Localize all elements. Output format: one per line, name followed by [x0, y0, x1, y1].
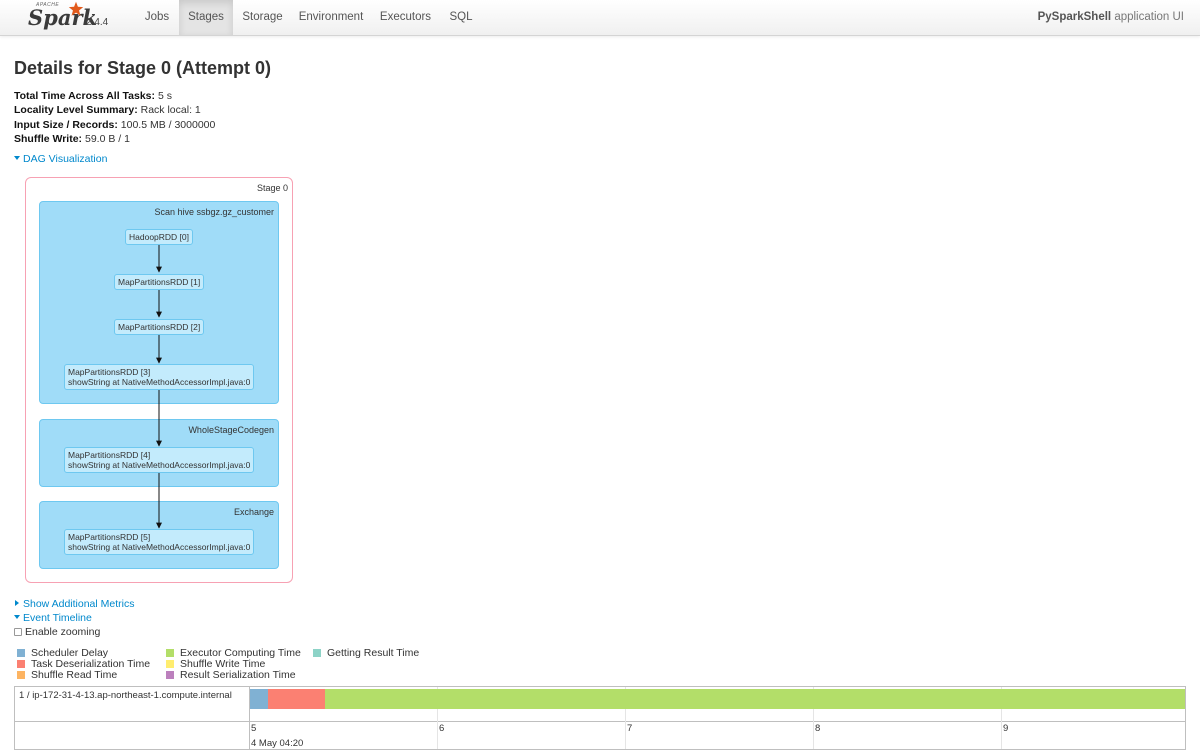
task-bar-scheduler-delay[interactable]	[250, 689, 268, 709]
timeline-axis-line	[15, 721, 1185, 722]
event-timeline[interactable]: 1 / ip-172-31-4-13.ap-northeast-1.comput…	[14, 686, 1186, 750]
dag-node-rdd-5[interactable]: MapPartitionsRDD [5] showString at Nativ…	[64, 529, 255, 555]
task-bar-task-deserialization[interactable]	[268, 689, 325, 709]
rdd-name: MapPartitionsRDD [4]	[68, 450, 151, 460]
legend-swatch-executor-computing	[166, 649, 174, 657]
rdd-callsite: showString at NativeMethodAccessorImpl.j…	[68, 377, 251, 387]
rdd-callsite: showString at NativeMethodAccessorImpl.j…	[68, 542, 251, 552]
caret-down-icon	[14, 615, 20, 620]
rdd-callsite: showString at NativeMethodAccessorImpl.j…	[68, 460, 251, 470]
tick-line	[813, 721, 814, 749]
tick-label: 7	[627, 723, 633, 734]
dag-node-rdd-0[interactable]: HadoopRDD [0]	[125, 229, 194, 245]
dag-node-rdd-2[interactable]: MapPartitionsRDD [2]	[114, 319, 205, 335]
legend-result-serialization: Result Serialization Time	[180, 669, 296, 681]
legend-swatch-result-serialization	[166, 671, 174, 679]
event-timeline-toggle[interactable]: Event Timeline	[14, 612, 92, 624]
legend-shuffle-read: Shuffle Read Time	[31, 669, 118, 681]
legend-swatch-shuffle-read	[17, 671, 25, 679]
rdd-name: MapPartitionsRDD [5]	[68, 532, 151, 542]
rdd-name: MapPartitionsRDD [3]	[68, 367, 151, 377]
dag-node-rdd-3[interactable]: MapPartitionsRDD [3] showString at Nativ…	[64, 364, 255, 390]
dag-node-rdd-4[interactable]: MapPartitionsRDD [4] showString at Nativ…	[64, 447, 255, 473]
timeline-date-label: 4 May 04:20	[251, 738, 304, 749]
dag-node-rdd-1[interactable]: MapPartitionsRDD [1]	[114, 274, 205, 290]
metrics-toggle-label: Show Additional Metrics	[23, 598, 135, 610]
caret-right-icon	[15, 600, 19, 607]
legend-swatch-getting-result	[313, 649, 321, 657]
executor-label: 1 / ip-172-31-4-13.ap-northeast-1.comput…	[19, 690, 232, 701]
tick-line	[437, 721, 438, 749]
rdd-name: HadoopRDD [0]	[129, 232, 190, 242]
tick-line	[1001, 721, 1002, 749]
enable-zooming-checkbox[interactable]	[14, 628, 22, 636]
rdd-name: MapPartitionsRDD [1]	[118, 277, 201, 287]
tick-label: 5	[251, 723, 257, 734]
tick-label: 6	[439, 723, 445, 734]
task-bar-executor-computing[interactable]	[325, 689, 1185, 709]
timeline-toggle-label: Event Timeline	[23, 612, 92, 624]
legend-swatch-scheduler-delay	[17, 649, 25, 657]
tick-label: 8	[815, 723, 821, 734]
legend-getting-result: Getting Result Time	[327, 647, 420, 659]
legend-swatch-task-deserialization	[17, 660, 25, 668]
enable-zooming-label: Enable zooming	[25, 626, 101, 638]
legend-swatch-shuffle-write	[166, 660, 174, 668]
rdd-name: MapPartitionsRDD [2]	[118, 322, 201, 332]
tick-label: 9	[1003, 723, 1009, 734]
tick-line	[625, 721, 626, 749]
show-additional-metrics-toggle[interactable]: Show Additional Metrics	[14, 598, 134, 610]
